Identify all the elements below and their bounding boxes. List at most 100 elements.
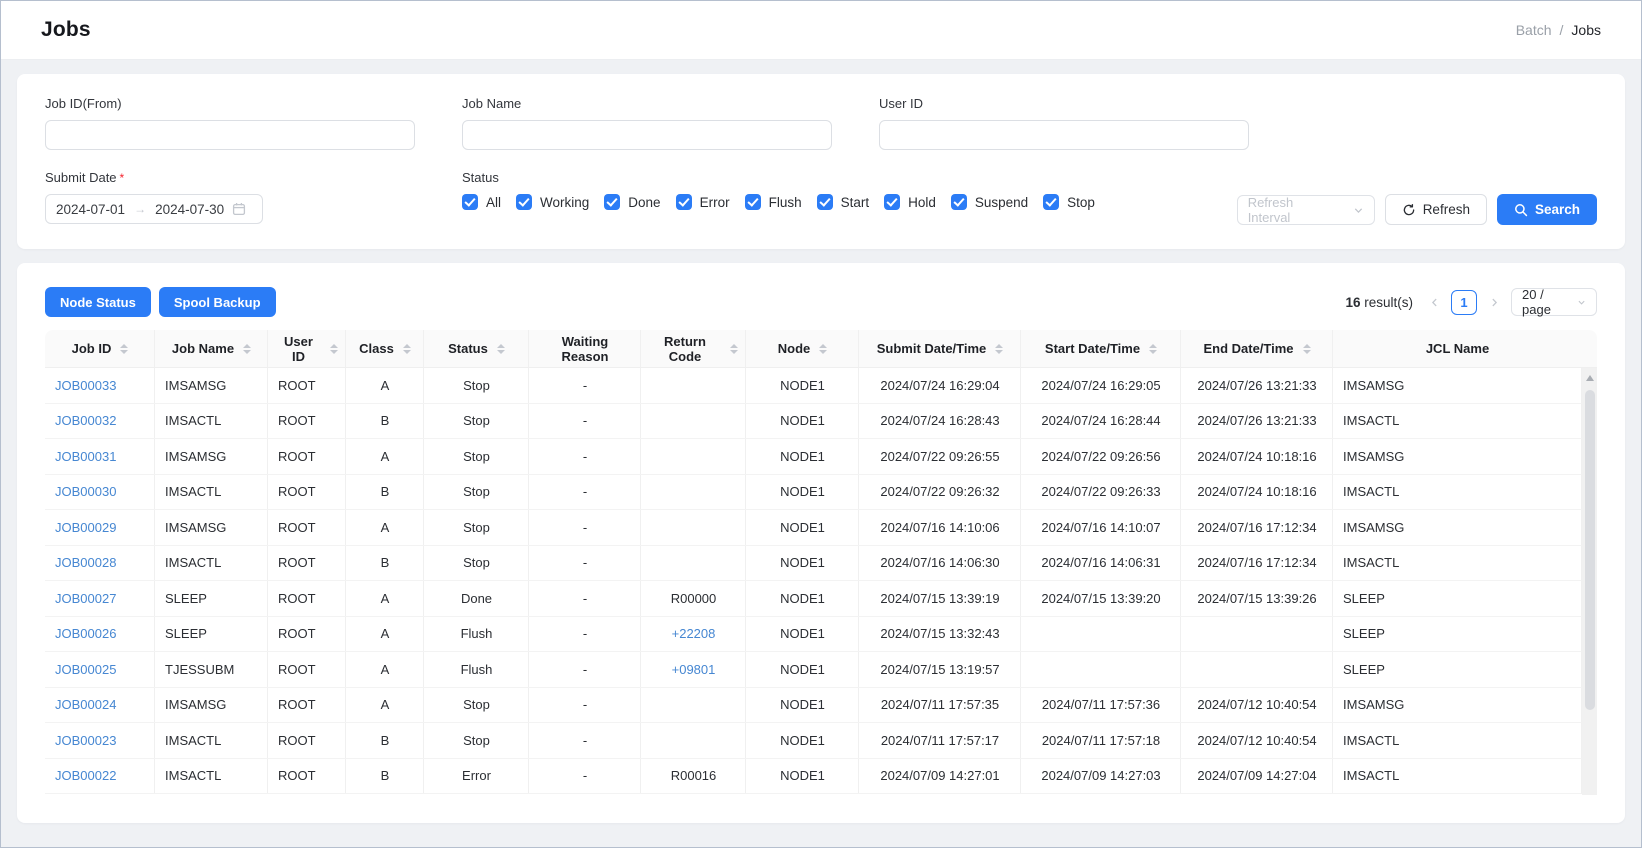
table-vertical-scrollbar[interactable] (1582, 368, 1597, 795)
job-id-link[interactable]: JOB00027 (55, 591, 116, 606)
sort-icon[interactable] (819, 344, 827, 354)
jobs-table: Job IDJob NameUser IDClassStatus Waiting … (45, 330, 1582, 794)
checkbox-checked-icon[interactable] (745, 194, 761, 210)
cell-user-id: ROOT (268, 404, 346, 440)
sort-icon[interactable] (243, 344, 251, 354)
cell-waiting-reason: - (529, 439, 641, 475)
cell-job-name: IMSAMSG (155, 688, 268, 724)
cell-jcl: IMSACTL (1333, 723, 1582, 759)
sort-icon[interactable] (403, 344, 411, 354)
refresh-button[interactable]: Refresh (1385, 194, 1487, 225)
column-header-end-date-time[interactable]: End Date/Time (1181, 330, 1333, 368)
sort-icon[interactable] (995, 344, 1003, 354)
column-header-submit-date-time[interactable]: Submit Date/Time (859, 330, 1021, 368)
column-header-user-id[interactable]: User ID (268, 330, 346, 368)
refresh-interval-select[interactable]: Refresh Interval (1237, 195, 1375, 225)
column-header-label: Waiting Reason (537, 334, 633, 364)
checkbox-checked-icon[interactable] (1043, 194, 1059, 210)
cell-user-id: ROOT (268, 652, 346, 688)
column-header-node[interactable]: Node (746, 330, 859, 368)
column-header-return-code[interactable]: Return Code (641, 330, 746, 368)
cell-class: A (346, 510, 424, 546)
column-header-job-id[interactable]: Job ID (45, 330, 155, 368)
checkbox-checked-icon[interactable] (462, 194, 478, 210)
job-id-input[interactable] (45, 120, 415, 150)
sort-icon[interactable] (120, 344, 128, 354)
date-to-value[interactable]: 2024-07-30 (155, 202, 224, 217)
submit-date-field-group: Submit Date* 2024-07-01 → 2024-07-30 (45, 170, 462, 224)
sort-icon[interactable] (330, 344, 338, 354)
cell-start: 2024/07/11 17:57:18 (1021, 723, 1181, 759)
checkbox-checked-icon[interactable] (884, 194, 900, 210)
prev-page-button[interactable] (1426, 290, 1442, 314)
cell-class: A (346, 688, 424, 724)
return-code-link[interactable]: +09801 (672, 662, 716, 677)
status-checkbox-start[interactable]: Start (817, 194, 870, 210)
breadcrumb-parent[interactable]: Batch (1516, 22, 1552, 38)
sort-icon[interactable] (497, 344, 505, 354)
job-id-link[interactable]: JOB00030 (55, 484, 116, 499)
return-code-link[interactable]: +22208 (672, 626, 716, 641)
job-id-link[interactable]: JOB00022 (55, 768, 116, 783)
job-id-link[interactable]: JOB00026 (55, 626, 116, 641)
job-id-link[interactable]: JOB00024 (55, 697, 116, 712)
job-id-link[interactable]: JOB00031 (55, 449, 116, 464)
status-checkbox-hold[interactable]: Hold (884, 194, 936, 210)
status-checkbox-label: Hold (908, 195, 936, 210)
status-checkbox-suspend[interactable]: Suspend (951, 194, 1028, 210)
spool-backup-button[interactable]: Spool Backup (159, 287, 276, 317)
job-name-input[interactable] (462, 120, 832, 150)
table-row: JOB00030IMSACTLROOTBStop-NODE12024/07/22… (45, 475, 1582, 511)
sort-icon[interactable] (1149, 344, 1157, 354)
next-page-button[interactable] (1486, 290, 1502, 314)
page-number-button[interactable]: 1 (1451, 290, 1477, 315)
status-checkbox-stop[interactable]: Stop (1043, 194, 1095, 210)
column-header-status[interactable]: Status (424, 330, 529, 368)
column-header-start-date-time[interactable]: Start Date/Time (1021, 330, 1181, 368)
checkbox-checked-icon[interactable] (676, 194, 692, 210)
column-header-job-name[interactable]: Job Name (155, 330, 268, 368)
cell-jcl: SLEEP (1333, 581, 1582, 617)
column-header-class[interactable]: Class (346, 330, 424, 368)
jobs-page: Jobs Batch / Jobs Job ID(From) Job Name … (1, 1, 1641, 823)
status-checkbox-label: Suspend (975, 195, 1028, 210)
page-size-select[interactable]: 20 / page (1511, 288, 1597, 316)
job-id-link[interactable]: JOB00033 (55, 378, 116, 393)
user-id-field-group: User ID (879, 96, 1296, 150)
job-id-link[interactable]: JOB00028 (55, 555, 116, 570)
calendar-icon[interactable] (232, 202, 246, 216)
status-checkbox-flush[interactable]: Flush (745, 194, 802, 210)
search-button[interactable]: Search (1497, 194, 1597, 225)
status-checkbox-all[interactable]: All (462, 194, 501, 210)
cell-submit: 2024/07/24 16:29:04 (859, 368, 1021, 404)
scrollbar-up-arrow-icon[interactable] (1586, 375, 1594, 381)
status-checkbox-done[interactable]: Done (604, 194, 660, 210)
cell-end: 2024/07/24 10:18:16 (1181, 475, 1333, 511)
checkbox-checked-icon[interactable] (817, 194, 833, 210)
checkbox-checked-icon[interactable] (516, 194, 532, 210)
job-id-link[interactable]: JOB00025 (55, 662, 116, 677)
cell-return-code (641, 688, 746, 724)
node-status-button[interactable]: Node Status (45, 287, 151, 317)
date-from-value[interactable]: 2024-07-01 (56, 202, 125, 217)
cell-end: 2024/07/16 17:12:34 (1181, 510, 1333, 546)
job-id-link[interactable]: JOB00032 (55, 413, 116, 428)
checkbox-checked-icon[interactable] (951, 194, 967, 210)
job-id-link[interactable]: JOB00023 (55, 733, 116, 748)
checkbox-checked-icon[interactable] (604, 194, 620, 210)
status-checkbox-error[interactable]: Error (676, 194, 730, 210)
sort-icon[interactable] (730, 344, 738, 354)
job-id-link[interactable]: JOB00029 (55, 520, 116, 535)
cell-user-id: ROOT (268, 617, 346, 653)
submit-date-range-picker[interactable]: 2024-07-01 → 2024-07-30 (45, 194, 263, 224)
table-actions: Node Status Spool Backup (45, 287, 276, 317)
cell-jcl: IMSAMSG (1333, 688, 1582, 724)
refresh-icon (1402, 203, 1416, 217)
user-id-input[interactable] (879, 120, 1249, 150)
date-range-arrow-icon: → (134, 202, 146, 216)
status-checkbox-working[interactable]: Working (516, 194, 589, 210)
refresh-button-label: Refresh (1423, 202, 1470, 217)
cell-end: 2024/07/26 13:21:33 (1181, 368, 1333, 404)
sort-icon[interactable] (1303, 344, 1311, 354)
scrollbar-thumb[interactable] (1585, 390, 1595, 710)
